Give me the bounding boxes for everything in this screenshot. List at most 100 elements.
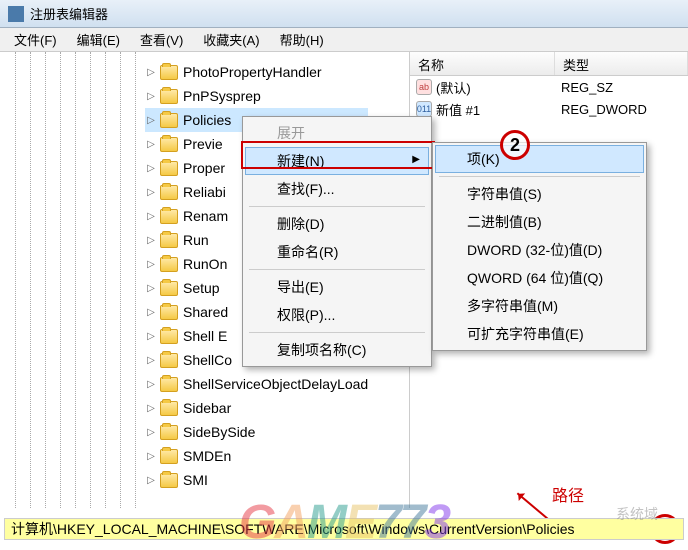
- list-header: 名称 类型: [410, 52, 688, 76]
- cm-new-key[interactable]: 项(K): [435, 145, 644, 173]
- value-type: REG_SZ: [555, 80, 619, 95]
- folder-icon: [160, 305, 178, 320]
- annotation-path-label: 路径: [552, 482, 584, 506]
- header-type[interactable]: 类型: [555, 52, 688, 75]
- header-name[interactable]: 名称: [410, 52, 555, 75]
- tree-label: RunOn: [183, 256, 227, 272]
- list-row[interactable]: 011新值 #1 REG_DWORD: [410, 98, 688, 120]
- window-title: 注册表编辑器: [30, 4, 108, 23]
- value-type: REG_DWORD: [555, 102, 653, 117]
- tree-label: ShellServiceObjectDelayLoad: [183, 376, 368, 392]
- cm-expand: 展开: [245, 119, 429, 147]
- expander-icon[interactable]: ▷: [145, 354, 157, 366]
- submenu-arrow-icon: ▶: [412, 154, 420, 165]
- annotation-step-2: 2: [500, 130, 530, 160]
- folder-icon: [160, 425, 178, 440]
- tree-item[interactable]: ▷Sidebar: [145, 396, 368, 420]
- expander-icon[interactable]: ▷: [145, 378, 157, 390]
- value-type-icon: ab: [416, 79, 432, 95]
- menu-edit[interactable]: 编辑(E): [67, 27, 130, 52]
- expander-icon[interactable]: ▷: [145, 258, 157, 270]
- value-name: 新值 #1: [436, 100, 480, 119]
- folder-icon: [160, 473, 178, 488]
- folder-icon: [160, 185, 178, 200]
- folder-icon: [160, 449, 178, 464]
- expander-icon[interactable]: ▷: [145, 114, 157, 126]
- cm-new-expandstring[interactable]: 可扩充字符串值(E): [435, 320, 644, 348]
- menu-favorites[interactable]: 收藏夹(A): [193, 27, 269, 52]
- tree-item[interactable]: ▷ SideBySide: [145, 420, 368, 444]
- folder-icon: [160, 233, 178, 248]
- tree-label: SMI: [183, 472, 208, 488]
- cm-rename[interactable]: 重命名(R): [245, 238, 429, 266]
- cm-new-multistring[interactable]: 多字符串值(M): [435, 292, 644, 320]
- cm-export[interactable]: 导出(E): [245, 273, 429, 301]
- tree-label: Shell E: [183, 328, 227, 344]
- cm-new[interactable]: 新建(N) ▶: [245, 147, 429, 175]
- separator: [439, 176, 640, 177]
- expander-icon[interactable]: ▷: [145, 162, 157, 174]
- cm-copy-key-name[interactable]: 复制项名称(C): [245, 336, 429, 364]
- tree-label: Run: [183, 232, 209, 248]
- cm-permissions[interactable]: 权限(P)...: [245, 301, 429, 329]
- expander-icon[interactable]: ▷: [145, 306, 157, 318]
- folder-icon: [160, 137, 178, 152]
- tree-guide-lines: [0, 52, 150, 508]
- context-menu-new: 项(K) 字符串值(S) 二进制值(B) DWORD (32-位)值(D) QW…: [432, 142, 647, 351]
- statusbar-path: 计算机\HKEY_LOCAL_MACHINE\SOFTWARE\Microsof…: [11, 519, 575, 539]
- folder-icon: [160, 329, 178, 344]
- folder-icon: [160, 281, 178, 296]
- tree-item[interactable]: ▷ PnPSysprep: [145, 84, 368, 108]
- statusbar: 计算机\HKEY_LOCAL_MACHINE\SOFTWARE\Microsof…: [4, 518, 684, 540]
- expander-icon[interactable]: ▷: [145, 66, 157, 78]
- tree-item[interactable]: ▷ SMDEn: [145, 444, 368, 468]
- expander-icon[interactable]: ▷: [145, 90, 157, 102]
- cm-new-string[interactable]: 字符串值(S): [435, 180, 644, 208]
- folder-icon: [160, 113, 178, 128]
- value-type-icon: 011: [416, 101, 432, 117]
- tree-label: Previe: [183, 136, 223, 152]
- folder-icon: [160, 353, 178, 368]
- tree-label: SMDEn: [183, 448, 231, 464]
- folder-icon: [160, 65, 178, 80]
- list-row[interactable]: ab(默认)REG_SZ: [410, 76, 688, 98]
- expander-icon[interactable]: ▷: [145, 186, 157, 198]
- regedit-icon: [8, 6, 24, 22]
- tree-item[interactable]: ▷ SMI: [145, 468, 368, 492]
- expander-icon[interactable]: ▷: [145, 330, 157, 342]
- expander-icon[interactable]: ▷: [145, 210, 157, 222]
- menu-view[interactable]: 查看(V): [130, 27, 193, 52]
- menubar: 文件(F) 编辑(E) 查看(V) 收藏夹(A) 帮助(H): [0, 28, 688, 52]
- folder-icon: [160, 209, 178, 224]
- context-menu-main: 展开 新建(N) ▶ 查找(F)... 删除(D) 重命名(R) 导出(E) 权…: [242, 116, 432, 367]
- separator: [249, 332, 425, 333]
- cm-new-binary[interactable]: 二进制值(B): [435, 208, 644, 236]
- cm-delete[interactable]: 删除(D): [245, 210, 429, 238]
- folder-icon: [160, 161, 178, 176]
- folder-icon: [160, 89, 178, 104]
- expander-icon[interactable]: ▷: [145, 234, 157, 246]
- expander-icon[interactable]: ▷: [145, 282, 157, 294]
- tree-label: Setup: [183, 280, 220, 296]
- cm-new-qword[interactable]: QWORD (64 位)值(Q): [435, 264, 644, 292]
- tree-label: Renam: [183, 208, 228, 224]
- tree-item[interactable]: ▷ PhotoPropertyHandler: [145, 60, 368, 84]
- cm-find[interactable]: 查找(F)...: [245, 175, 429, 203]
- tree-label: PnPSysprep: [183, 88, 261, 104]
- tree-label: Policies: [183, 112, 231, 128]
- menu-file[interactable]: 文件(F): [4, 27, 67, 52]
- tree-label: SideBySide: [183, 424, 255, 440]
- tree-label: PhotoPropertyHandler: [183, 64, 322, 80]
- folder-icon: [160, 401, 178, 416]
- expander-icon[interactable]: ▷: [145, 474, 157, 486]
- expander-icon[interactable]: ▷: [145, 138, 157, 150]
- tree-item[interactable]: ▷ ShellServiceObjectDelayLoad: [145, 372, 368, 396]
- cm-new-dword[interactable]: DWORD (32-位)值(D): [435, 236, 644, 264]
- menu-help[interactable]: 帮助(H): [270, 27, 334, 52]
- expander-icon[interactable]: ▷: [145, 426, 157, 438]
- expander-icon[interactable]: ▷: [145, 402, 157, 414]
- tree-label: Proper: [183, 160, 225, 176]
- tree-label: Shared: [183, 304, 228, 320]
- expander-icon[interactable]: ▷: [145, 450, 157, 462]
- tree-label: ShellCo: [183, 352, 232, 368]
